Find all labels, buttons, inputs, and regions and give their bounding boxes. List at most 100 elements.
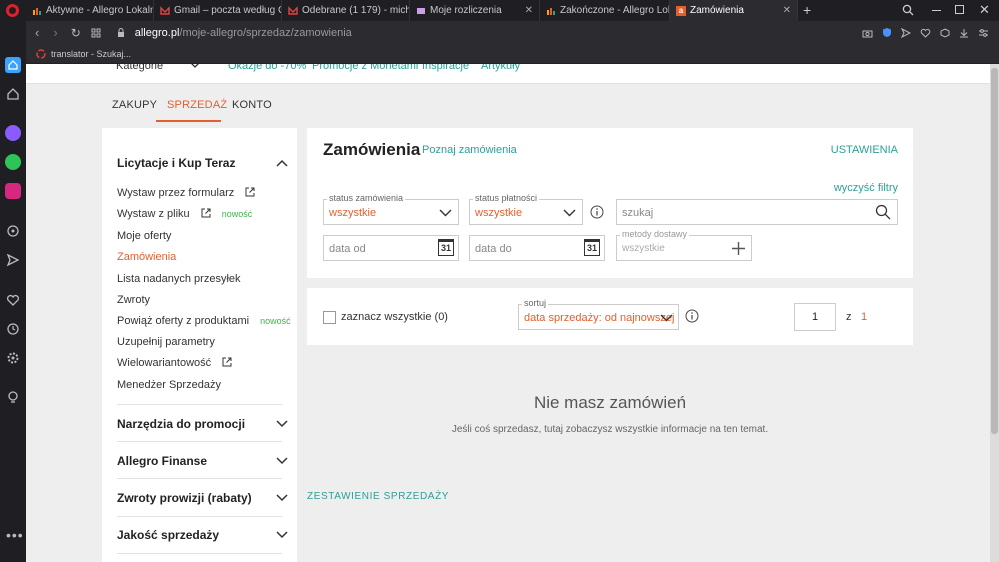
download-icon[interactable] bbox=[959, 28, 969, 38]
lightbulb-icon[interactable] bbox=[5, 389, 21, 405]
nav-link-deals[interactable]: Okazje do -70% bbox=[228, 64, 306, 72]
new-tab-icon[interactable]: + bbox=[803, 2, 811, 18]
scrollbar-thumb[interactable] bbox=[991, 68, 998, 434]
menu-item-returns[interactable]: Zwroty bbox=[117, 294, 150, 306]
browser-tab[interactable]: Gmail – poczta według Go...✕ bbox=[154, 0, 282, 21]
date-to-field[interactable]: data do 31 bbox=[469, 235, 605, 261]
back-icon[interactable]: ‹ bbox=[35, 25, 39, 40]
address-bar: ‹ › ↻ allegro.pl/moje-allegro/sprzedaz/z… bbox=[26, 21, 999, 44]
tab-sales[interactable]: SPRZEDAŻ bbox=[167, 99, 227, 111]
home-icon[interactable] bbox=[5, 57, 21, 73]
shipping-methods-select[interactable]: metody dostawy wszystkie bbox=[616, 229, 752, 261]
page-title: Zamówienia bbox=[323, 140, 421, 159]
date-from-field[interactable]: data od 31 bbox=[323, 235, 459, 261]
settings-link[interactable]: USTAWIENIA bbox=[831, 144, 898, 156]
search-icon[interactable] bbox=[875, 204, 891, 220]
seller-menu: Licytacje i Kup Teraz Wystaw przez formu… bbox=[102, 128, 297, 562]
payment-status-select[interactable]: status płatności wszystkie bbox=[469, 193, 583, 225]
bookmark-item[interactable]: translator - Szukaj... bbox=[36, 49, 131, 59]
reload-icon[interactable]: ↻ bbox=[71, 26, 81, 40]
menu-divider bbox=[117, 404, 282, 405]
menu-divider bbox=[117, 478, 282, 479]
active-tab-indicator bbox=[156, 120, 221, 122]
order-status-select[interactable]: status zamówienia wszystkie bbox=[323, 193, 459, 225]
sales-summary-link[interactable]: ZESTAWIENIE SPRZEDAŻY bbox=[307, 491, 449, 502]
orders-sort-card: zaznacz wszystkie (0) sortuj data sprzed… bbox=[307, 288, 913, 345]
nav-link-coins[interactable]: Promocje z Monetami bbox=[312, 64, 418, 72]
send-icon[interactable] bbox=[901, 27, 911, 38]
instagram-icon[interactable] bbox=[5, 183, 21, 199]
heart-icon[interactable] bbox=[920, 28, 931, 38]
nav-link-inspirations[interactable]: Inspiracje bbox=[422, 64, 469, 72]
menu-section-auctions[interactable]: Licytacje i Kup Teraz bbox=[117, 156, 288, 170]
chevron-down-icon bbox=[276, 531, 288, 539]
menu-item-my-offers[interactable]: Moje oferty bbox=[117, 230, 171, 242]
calendar-icon[interactable]: 31 bbox=[438, 239, 454, 256]
opera-logo-icon[interactable] bbox=[6, 4, 19, 17]
tab-purchases[interactable]: ZAKUPY bbox=[112, 99, 157, 111]
menu-item-shipments[interactable]: Lista nadanych przesyłek bbox=[117, 273, 241, 285]
bookmarks-icon[interactable] bbox=[5, 86, 21, 102]
messenger-icon[interactable] bbox=[5, 125, 21, 141]
menu-item-form-listing[interactable]: Wystaw przez formularz bbox=[117, 187, 255, 199]
box-icon[interactable] bbox=[940, 27, 950, 38]
settings-gear-icon[interactable] bbox=[5, 350, 21, 366]
category-dropdown[interactable]: Kategorie bbox=[116, 64, 208, 72]
sort-select[interactable]: sortuj data sprzedaży: od najnowszej bbox=[518, 298, 679, 330]
menu-item-file-listing[interactable]: Wystaw z pliku nowość bbox=[117, 208, 252, 220]
browser-tab[interactable]: Aktywne - Allegro Lokalnie✕ bbox=[26, 0, 154, 21]
menu-section-quality[interactable]: Jakość sprzedaży bbox=[117, 528, 288, 542]
folder-icon bbox=[417, 7, 425, 14]
menu-item-parameters[interactable]: Uzupełnij parametry bbox=[117, 336, 215, 348]
browser-tab[interactable]: Moje rozliczenia ✕ bbox=[410, 0, 540, 21]
plus-icon[interactable] bbox=[732, 242, 745, 255]
menu-item-variants[interactable]: Wielowariantowość bbox=[117, 357, 232, 369]
tab-account[interactable]: KONTO bbox=[232, 99, 272, 111]
whatsapp-icon[interactable] bbox=[5, 154, 21, 170]
tabs-grid-icon[interactable] bbox=[91, 28, 101, 38]
menu-divider bbox=[117, 516, 282, 517]
page-total[interactable]: 1 bbox=[861, 311, 867, 323]
browser-tab[interactable]: Odebrane (1 179) - michali...✕ bbox=[282, 0, 410, 21]
select-all-checkbox[interactable] bbox=[323, 311, 336, 324]
nav-link-articles[interactable]: Artykuły bbox=[481, 64, 520, 72]
easy-setup-icon[interactable] bbox=[978, 28, 989, 38]
browser-tab-active[interactable]: a Zamówienia ✕ bbox=[670, 0, 798, 21]
menu-section-finance[interactable]: Allegro Finanse bbox=[117, 454, 288, 468]
browser-tab[interactable]: Zakończone - Allegro Lokal...✕ bbox=[540, 0, 670, 21]
page-number-input[interactable]: 1 bbox=[794, 303, 836, 331]
search-field[interactable]: szukaj bbox=[616, 199, 898, 225]
player-icon[interactable] bbox=[5, 223, 21, 239]
send-icon[interactable] bbox=[5, 252, 21, 268]
menu-item-sales-manager[interactable]: Menedżer Sprzedaży bbox=[117, 379, 221, 391]
search-tabs-icon[interactable] bbox=[902, 4, 914, 16]
menu-section-promotion[interactable]: Narzędzia do promocji bbox=[117, 417, 288, 431]
more-icon[interactable]: ••• bbox=[6, 527, 24, 543]
allegro-lokalnie-icon bbox=[33, 7, 41, 15]
shield-icon[interactable] bbox=[882, 27, 892, 38]
clear-filters-link[interactable]: wyczyść filtry bbox=[834, 182, 898, 194]
menu-section-rebates[interactable]: Zwroty prowizji (rabaty) bbox=[117, 491, 288, 505]
forward-icon[interactable]: › bbox=[53, 25, 57, 40]
info-icon[interactable] bbox=[685, 309, 699, 323]
close-tab-icon[interactable]: ✕ bbox=[783, 5, 791, 16]
camera-icon[interactable] bbox=[862, 28, 873, 38]
close-window-icon[interactable]: ✕ bbox=[979, 2, 990, 18]
calendar-icon[interactable]: 31 bbox=[584, 239, 600, 256]
external-link-icon bbox=[245, 187, 255, 197]
info-icon[interactable] bbox=[590, 205, 604, 219]
close-tab-icon[interactable]: ✕ bbox=[525, 5, 533, 16]
learn-orders-link[interactable]: Poznaj zamówienia bbox=[422, 144, 517, 156]
bookmarks-bar: translator - Szukaj... bbox=[26, 44, 999, 64]
chevron-down-icon bbox=[439, 209, 452, 217]
minimize-icon[interactable] bbox=[932, 10, 941, 11]
menu-item-orders[interactable]: Zamówienia bbox=[117, 251, 176, 263]
url-field[interactable]: allegro.pl/moje-allegro/sprzedaz/zamowie… bbox=[135, 27, 352, 39]
chevron-down-icon bbox=[276, 457, 288, 465]
heart-icon[interactable] bbox=[5, 292, 21, 308]
new-badge: nowość bbox=[221, 209, 253, 219]
maximize-icon[interactable] bbox=[955, 5, 964, 14]
empty-title: Nie masz zamówień bbox=[533, 393, 687, 412]
menu-item-link-products[interactable]: Powiąż oferty z produktami nowość bbox=[117, 315, 291, 327]
history-icon[interactable] bbox=[5, 321, 21, 337]
